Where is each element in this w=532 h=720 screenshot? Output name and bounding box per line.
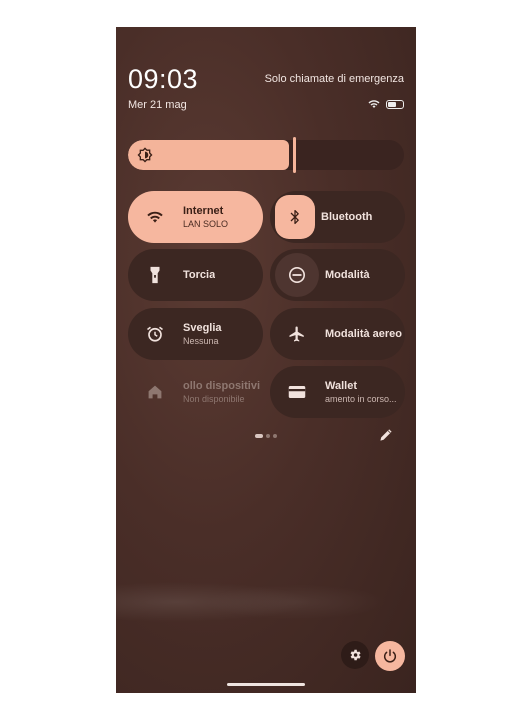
tile-label: Torcia xyxy=(183,269,216,281)
tile-label: Wallet xyxy=(325,380,357,392)
home-gesture-bar[interactable] xyxy=(227,683,305,686)
tile-alarm[interactable]: Sveglia Nessuna xyxy=(128,308,263,360)
do-not-disturb-icon xyxy=(275,253,319,297)
tile-internet[interactable]: Internet LAN SOLO xyxy=(128,191,263,243)
tile-label: Modalità xyxy=(325,269,370,281)
carrier-label: Solo chiamate di emergenza xyxy=(264,73,404,85)
gear-icon xyxy=(350,649,361,661)
settings-button[interactable] xyxy=(341,641,369,669)
tile-wallet[interactable]: Wallet amento in corso... xyxy=(270,366,405,418)
tile-label: Sveglia xyxy=(183,322,222,334)
page-indicator xyxy=(255,434,277,438)
power-button[interactable] xyxy=(375,641,405,671)
home-icon xyxy=(133,370,177,414)
flashlight-icon xyxy=(133,253,177,297)
wifi-status-icon xyxy=(368,100,380,108)
tile-sublabel: Non disponibile xyxy=(183,394,245,404)
edit-pencil-icon[interactable] xyxy=(378,427,394,443)
battery-icon xyxy=(386,99,404,109)
page-dot xyxy=(266,434,270,438)
tile-bluetooth[interactable]: Bluetooth xyxy=(270,191,405,243)
tile-sublabel: amento in corso... xyxy=(325,394,397,404)
page-dot-current xyxy=(255,434,263,438)
airplane-icon xyxy=(275,312,319,356)
tile-label: Modalità aereo xyxy=(325,328,403,340)
tile-label: Bluetooth xyxy=(321,211,373,223)
tile-airplane-mode[interactable]: Modalità aereo xyxy=(270,308,405,360)
date[interactable]: Mer 21 mag xyxy=(128,99,187,111)
page-dot xyxy=(273,434,277,438)
tile-label: ollo dispositivi xyxy=(183,380,261,392)
tile-sublabel: LAN SOLO xyxy=(183,219,229,229)
alarm-icon xyxy=(133,312,177,356)
brightness-handle[interactable] xyxy=(293,137,296,173)
wifi-icon xyxy=(133,195,177,239)
clock[interactable]: 09:03 xyxy=(128,64,198,95)
tile-do-not-disturb[interactable]: Modalità xyxy=(270,249,405,301)
brightness-auto-icon xyxy=(137,147,153,163)
tile-flashlight[interactable]: Torcia xyxy=(128,249,263,301)
power-icon xyxy=(384,649,396,663)
tile-label: Internet xyxy=(183,205,224,217)
blurred-background xyxy=(116,567,416,637)
brightness-slider[interactable] xyxy=(128,140,404,170)
bluetooth-icon xyxy=(275,195,315,239)
wallet-icon xyxy=(275,370,319,414)
tile-device-controls[interactable]: ollo dispositivi Non disponibile xyxy=(128,366,263,418)
quick-settings-panel: 09:03 Mer 21 mag Solo chiamate di emerge… xyxy=(116,27,416,693)
tile-sublabel: Nessuna xyxy=(183,336,219,346)
status-icons xyxy=(368,99,404,109)
